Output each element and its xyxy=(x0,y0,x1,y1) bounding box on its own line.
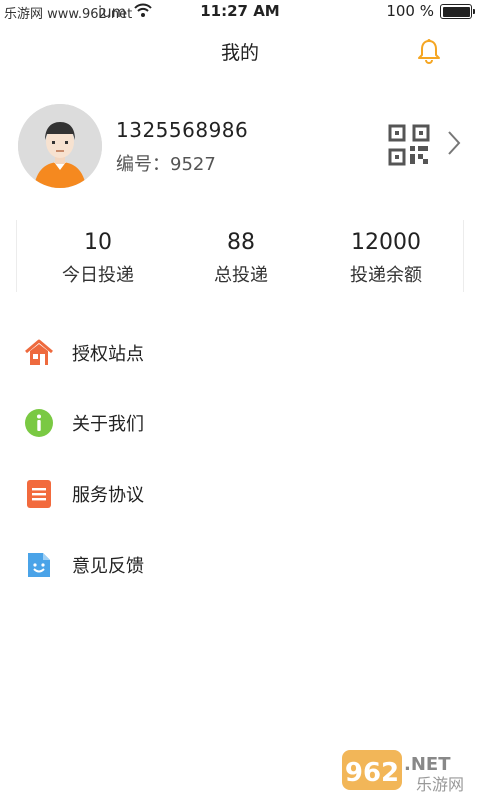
battery-percent: 100 % xyxy=(386,2,434,20)
menu-label: 关于我们 xyxy=(72,414,144,435)
stat-value: 88 xyxy=(227,230,255,255)
stat-today-delivery[interactable]: 10 今日投递 xyxy=(23,220,173,287)
document-icon xyxy=(24,479,54,509)
profile-card[interactable]: 1325568986 编号：9527 xyxy=(0,96,480,196)
watermark-site-name: 乐游网 xyxy=(416,775,464,794)
watermark-number: 962 xyxy=(345,758,399,788)
menu-item-service-agreement[interactable]: 服务协议 xyxy=(0,463,480,523)
user-id: 编号：9527 xyxy=(116,154,216,175)
watermark-suffix: .NET xyxy=(404,754,451,775)
stats-panel: 10 今日投递 88 总投递 12000 投递余额 xyxy=(16,220,464,292)
stat-total-delivery[interactable]: 88 总投递 xyxy=(166,220,316,287)
chevron-right-icon[interactable] xyxy=(446,130,462,156)
house-icon xyxy=(24,338,54,368)
menu-item-authorized-sites[interactable]: 授权站点 xyxy=(0,322,480,382)
menu-item-about-us[interactable]: 关于我们 xyxy=(0,392,480,452)
stat-label: 今日投递 xyxy=(62,265,134,286)
site-watermark: 962 .NET 乐游网 xyxy=(340,744,476,794)
avatar[interactable] xyxy=(18,104,102,188)
status-bar: 乐游网 www.962.net ium 11:27 AM 100 % xyxy=(0,0,480,24)
stat-label: 总投递 xyxy=(214,265,268,286)
stat-delivery-balance[interactable]: 12000 投递余额 xyxy=(311,220,461,287)
stat-value: 12000 xyxy=(351,230,421,255)
menu-label: 授权站点 xyxy=(72,344,144,365)
user-phone: 1325568986 xyxy=(116,118,249,142)
bell-icon[interactable] xyxy=(416,38,442,64)
stat-value: 10 xyxy=(84,230,112,255)
menu-label: 意见反馈 xyxy=(72,556,144,577)
battery-icon xyxy=(440,4,475,19)
page-title: 我的 xyxy=(220,42,259,64)
menu-label: 服务协议 xyxy=(72,485,144,506)
menu-item-feedback[interactable]: 意见反馈 xyxy=(0,534,480,594)
stat-label: 投递余额 xyxy=(350,265,422,286)
qr-code-icon[interactable] xyxy=(388,124,430,166)
info-icon xyxy=(24,408,54,438)
feedback-icon xyxy=(24,550,54,580)
nav-bar: 我的 xyxy=(0,24,480,76)
